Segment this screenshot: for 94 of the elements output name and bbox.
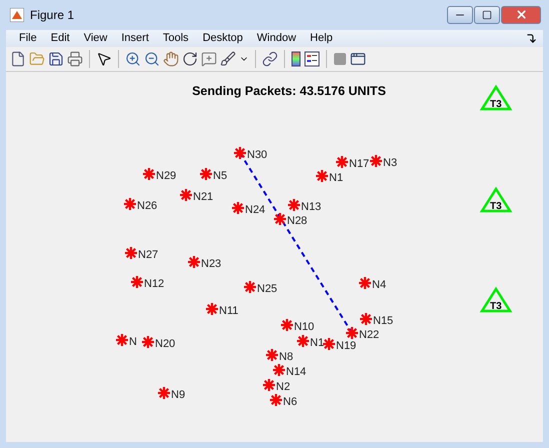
node-marker	[270, 394, 282, 406]
maximize-icon	[482, 10, 492, 20]
node-label: N17	[349, 158, 370, 170]
node-marker	[336, 156, 348, 168]
node-marker	[234, 147, 246, 159]
menu-item[interactable]: View	[76, 32, 114, 44]
node-marker	[206, 303, 218, 315]
node-label: N10	[294, 321, 314, 333]
node-label: N4	[372, 279, 386, 291]
hand-icon[interactable]	[163, 51, 179, 68]
node-marker	[131, 276, 143, 288]
zoom-in-icon[interactable]	[125, 51, 141, 68]
node-label: N5	[213, 170, 228, 182]
node-marker	[244, 281, 256, 293]
node-label: N8	[279, 351, 294, 363]
pointer-icon[interactable]	[96, 51, 112, 68]
node-label: N1	[310, 337, 324, 349]
menu-item[interactable]: Edit	[44, 32, 77, 44]
node-label: N22	[359, 329, 380, 341]
tower-triangle	[480, 286, 512, 312]
node-label: N15	[373, 315, 394, 327]
tower-triangle	[480, 84, 512, 110]
node-marker	[323, 338, 335, 350]
node-marker	[316, 170, 328, 182]
node-marker	[281, 319, 293, 331]
dock-arrow-icon[interactable]	[526, 32, 537, 44]
node-label: N23	[201, 258, 222, 270]
node-label: N3	[383, 157, 398, 169]
node-label: N13	[301, 201, 322, 213]
node-label: N29	[156, 170, 176, 182]
node-label: N28	[287, 215, 308, 227]
close-icon	[514, 8, 528, 22]
maximize-button[interactable]	[474, 6, 500, 24]
node-label: N26	[137, 200, 158, 212]
close-button[interactable]	[501, 6, 541, 24]
tower-triangle	[480, 186, 512, 212]
node-label: N24	[245, 204, 266, 216]
node-label: N	[129, 336, 137, 348]
legend-icon[interactable]	[304, 51, 320, 68]
node-marker	[297, 335, 309, 347]
menu-item[interactable]: Desktop	[196, 32, 250, 44]
node-label: N25	[257, 283, 278, 295]
new-file-icon[interactable]	[10, 51, 26, 68]
node-marker	[124, 198, 136, 210]
window-icon[interactable]	[350, 51, 366, 68]
menu-item[interactable]: Insert	[114, 32, 156, 44]
rotate-icon[interactable]	[182, 51, 198, 68]
tower-label: T3	[490, 301, 502, 312]
node-marker	[263, 379, 275, 391]
node-marker	[142, 336, 154, 348]
node-label: N11	[219, 305, 238, 317]
node-marker	[346, 327, 358, 339]
window-title: Figure 1	[30, 8, 76, 22]
node-label: N9	[171, 389, 186, 401]
node-marker	[359, 277, 371, 289]
node-marker	[143, 168, 155, 180]
node-label: N21	[193, 191, 214, 203]
zoom-out-icon[interactable]	[144, 51, 160, 68]
node-marker	[188, 256, 200, 268]
node-label: N6	[283, 396, 298, 408]
node-marker	[116, 334, 128, 346]
node-marker	[180, 189, 192, 201]
node-marker	[266, 349, 278, 361]
node-label: N20	[155, 338, 176, 350]
node-label: N12	[144, 278, 164, 290]
menu-item[interactable]: Window	[250, 32, 304, 44]
node-marker	[370, 155, 382, 167]
node-marker	[158, 387, 170, 399]
tower-label: T3	[490, 99, 502, 110]
menu-item[interactable]: Tools	[156, 32, 196, 44]
node-label: N19	[336, 340, 356, 352]
node-label: N2	[276, 381, 290, 393]
node-marker	[274, 213, 286, 225]
node-label: N30	[247, 149, 268, 161]
node-label: N14	[286, 366, 306, 378]
node-marker	[232, 202, 244, 214]
node-marker	[360, 313, 372, 325]
node-label: N27	[138, 249, 158, 261]
tower-label: T3	[490, 201, 502, 212]
brush-icon[interactable]	[220, 51, 236, 68]
node-marker	[125, 247, 137, 259]
node-marker	[288, 199, 300, 211]
print-icon[interactable]	[67, 51, 83, 68]
node-label: N1	[329, 172, 344, 184]
menu-item[interactable]: File	[12, 32, 44, 44]
node-marker	[273, 364, 285, 376]
link-icon[interactable]	[262, 51, 278, 68]
save-icon[interactable]	[48, 51, 64, 68]
plot-title: Sending Packets: 43.5176 UNITS	[192, 84, 386, 98]
data-cursor-icon[interactable]	[201, 51, 217, 68]
app-logo-icon	[10, 8, 24, 22]
node-marker	[200, 168, 212, 180]
colorbar-icon[interactable]	[291, 51, 301, 68]
menu-item[interactable]: Help	[303, 32, 340, 44]
